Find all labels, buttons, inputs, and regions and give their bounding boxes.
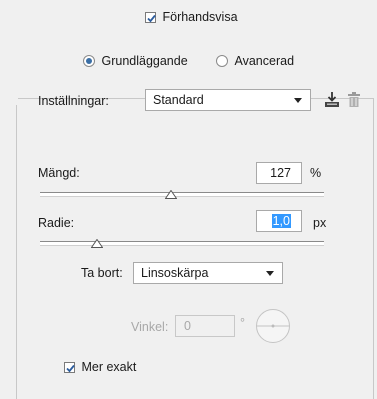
angle-dial-icon[interactable] [255,308,291,344]
amount-unit: % [310,166,322,180]
preview-checkbox[interactable] [145,12,156,23]
radius-slider-track[interactable] [40,241,324,246]
radio-advanced-label: Avancerad [234,54,295,68]
angle-label: Vinkel: [131,320,169,334]
settings-label: Inställningar: [38,94,109,108]
radio-advanced[interactable]: Avancerad [216,53,294,68]
angle-unit: ° [240,316,245,330]
remove-select[interactable]: Linsoskärpa [133,262,283,284]
radio-basic-label: Grundläggande [101,54,188,68]
radius-input[interactable]: 1,0 [256,210,302,232]
save-settings-icon[interactable] [322,90,342,110]
amount-label: Mängd: [38,166,80,180]
amount-value: 127 [270,166,291,180]
radius-slider-thumb[interactable] [90,239,103,248]
remove-label: Ta bort: [81,266,123,280]
checkmark-icon [147,14,156,23]
radio-basic[interactable]: Grundläggande [83,53,188,68]
amount-slider-track[interactable] [40,192,324,197]
angle-value: 0 [184,319,191,333]
amount-slider-thumb[interactable] [164,190,177,199]
radio-basic-indicator[interactable] [83,55,95,67]
frame-gap [8,91,18,105]
checkmark-icon [66,364,75,373]
radio-advanced-indicator[interactable] [216,55,228,67]
settings-select[interactable]: Standard [145,89,311,111]
trash-icon[interactable] [347,91,361,109]
chevron-down-icon [294,98,302,103]
chevron-down-icon [266,271,274,276]
radius-label: Radie: [38,216,75,230]
amount-input[interactable]: 127 [256,162,302,184]
settings-select-value: Standard [153,93,204,107]
angle-input[interactable]: 0 [175,315,235,337]
more-accurate-label: Mer exakt [81,360,137,374]
settings-group-frame [16,98,374,399]
preview-checkbox-row[interactable]: Förhandsvisa [145,10,238,24]
more-accurate-row[interactable]: Mer exakt [64,360,136,374]
remove-select-value: Linsoskärpa [141,266,209,280]
preview-label: Förhandsvisa [162,10,238,24]
radius-unit: px [313,216,327,230]
more-accurate-checkbox[interactable] [64,362,75,373]
radius-value: 1,0 [271,214,291,228]
